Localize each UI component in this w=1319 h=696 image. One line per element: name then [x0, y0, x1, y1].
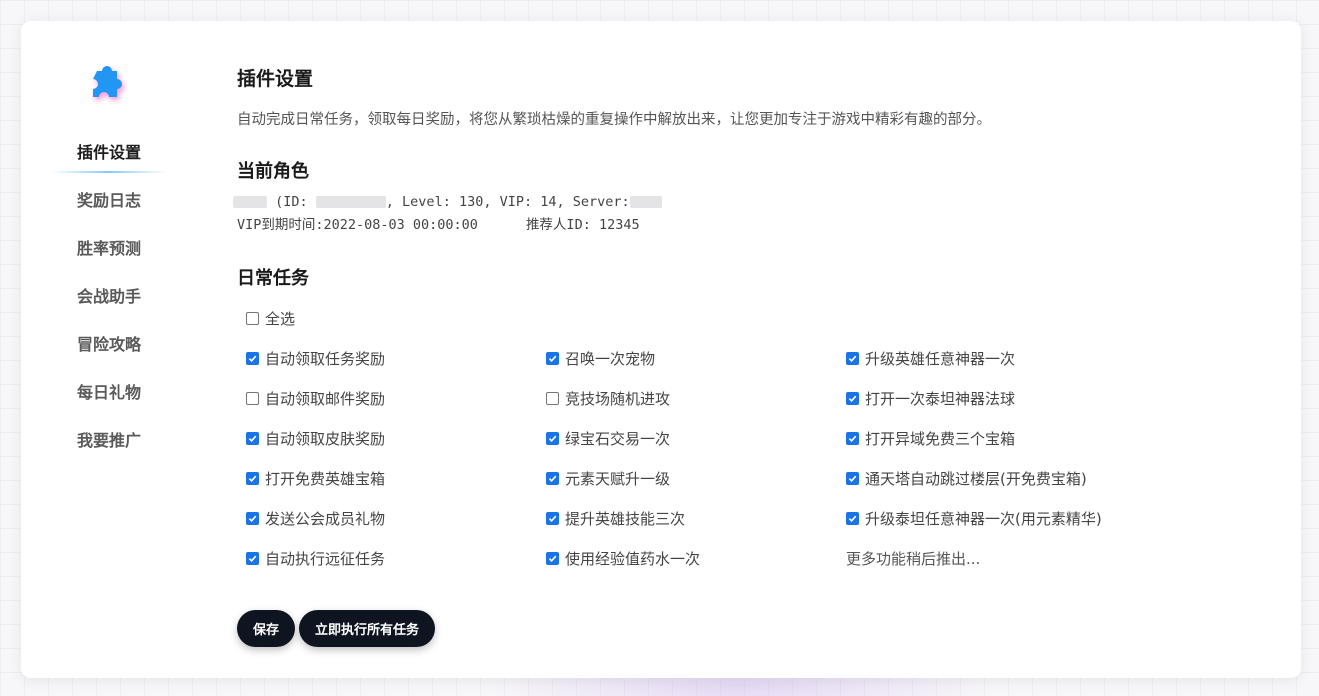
select-all-checkbox[interactable]: 全选 [246, 308, 295, 329]
more-features-note: 更多功能稍后推出... [846, 549, 981, 568]
task-item[interactable]: 打开免费英雄宝箱 [246, 467, 546, 489]
checkmark-icon [548, 355, 557, 362]
sidebar-item-adventure-guide[interactable]: 冒险攻略 [49, 323, 169, 371]
task-checkbox[interactable] [546, 431, 559, 445]
task-checkbox[interactable] [846, 471, 859, 485]
current-role-heading: 当前角色 [237, 161, 309, 182]
task-item[interactable]: 通天塔自动跳过楼层(开免费宝箱) [846, 467, 1146, 489]
task-item[interactable]: 打开异域免费三个宝箱 [846, 427, 1146, 449]
daily-tasks-heading: 日常任务 [237, 268, 309, 289]
select-all-label: 全选 [265, 310, 296, 328]
checkmark-icon [248, 515, 257, 522]
checkmark-icon [848, 475, 857, 482]
vip-expire-time: VIP到期时间:2022-08-03 00:00:00 [237, 217, 478, 233]
task-item[interactable]: 提升英雄技能三次 [546, 507, 846, 529]
task-label: 召唤一次宠物 [565, 349, 656, 368]
task-checkbox[interactable] [846, 391, 859, 405]
checkmark-icon [848, 395, 857, 402]
run-all-tasks-button[interactable]: 立即执行所有任务 [299, 610, 436, 647]
task-label: 通天塔自动跳过楼层(开免费宝箱) [865, 469, 1087, 488]
task-label: 打开一次泰坦神器法球 [865, 389, 1016, 408]
task-checkbox[interactable] [846, 511, 859, 525]
redacted-name [233, 196, 267, 208]
task-label: 打开免费英雄宝箱 [265, 469, 386, 488]
task-checkbox[interactable] [246, 511, 259, 525]
sidebar-item-plugin-settings[interactable]: 插件设置 [49, 131, 169, 179]
task-item[interactable]: 元素天赋升一级 [546, 467, 846, 489]
sidebar-item-promotion[interactable]: 我要推广 [49, 419, 169, 467]
task-item[interactable]: 使用经验值药水一次 [546, 547, 846, 569]
sidebar-item-battle-assistant[interactable]: 会战助手 [49, 275, 169, 323]
task-label: 竞技场随机进攻 [565, 389, 671, 408]
action-buttons: 保存 立即执行所有任务 [237, 610, 436, 647]
redacted-id [315, 196, 386, 208]
task-checkbox[interactable] [546, 551, 559, 565]
task-checkbox[interactable] [546, 351, 559, 365]
task-item[interactable]: 自动执行远征任务 [246, 547, 546, 569]
role-info: (ID: , Level: 130, VIP: 14, Server: VIP到… [233, 191, 662, 237]
task-checkbox[interactable] [246, 471, 259, 485]
task-checkbox[interactable] [846, 351, 859, 365]
task-label: 提升英雄技能三次 [565, 509, 686, 528]
task-item[interactable]: 升级英雄任意神器一次 [846, 347, 1146, 369]
task-checkbox[interactable] [246, 431, 259, 445]
checkmark-icon [248, 355, 257, 362]
sidebar-item-win-rate-prediction[interactable]: 胜率预测 [49, 227, 169, 275]
sidebar-nav: 插件设置 奖励日志 胜率预测 会战助手 冒险攻略 每日礼物 我要推广 [49, 131, 169, 467]
task-item[interactable]: 升级泰坦任意神器一次(用元素精华) [846, 507, 1146, 529]
task-label: 绿宝石交易一次 [565, 429, 671, 448]
checkmark-icon [248, 475, 257, 482]
task-item[interactable]: 竞技场随机进攻 [546, 387, 846, 409]
task-label: 使用经验值药水一次 [565, 549, 701, 568]
page-title: 插件设置 [237, 68, 314, 90]
task-checkbox[interactable] [546, 471, 559, 485]
page-description: 自动完成日常任务，领取每日奖励，将您从繁琐枯燥的重复操作中解放出来，让您更加专注… [237, 112, 991, 128]
task-label: 自动执行远征任务 [265, 549, 386, 568]
checkmark-icon [848, 515, 857, 522]
task-label: 升级泰坦任意神器一次(用元素精华) [865, 509, 1102, 528]
task-checkbox[interactable] [246, 551, 259, 565]
task-checkbox[interactable] [846, 431, 859, 445]
checkmark-icon [548, 515, 557, 522]
task-label: 发送公会成员礼物 [265, 509, 386, 528]
task-checkbox[interactable] [246, 351, 259, 365]
task-item[interactable]: 发送公会成员礼物 [246, 507, 546, 529]
referrer-id: 推荐人ID: 12345 [525, 217, 640, 233]
task-item[interactable]: 召唤一次宠物 [546, 347, 846, 369]
checkmark-icon [548, 555, 557, 562]
sidebar-item-reward-log[interactable]: 奖励日志 [49, 179, 169, 227]
task-item[interactable]: 打开一次泰坦神器法球 [846, 387, 1146, 409]
role-level-vip-server: , Level: 130, VIP: 14, Server: [385, 194, 630, 210]
task-item[interactable]: 绿宝石交易一次 [546, 427, 846, 449]
task-label: 自动领取任务奖励 [265, 349, 386, 368]
redacted-server [629, 196, 662, 208]
task-label: 升级英雄任意神器一次 [865, 349, 1016, 368]
role-id-prefix: (ID: [275, 194, 308, 210]
sidebar-item-daily-gifts[interactable]: 每日礼物 [49, 371, 169, 419]
save-button[interactable]: 保存 [237, 610, 296, 647]
role-vip-line: VIP到期时间:2022-08-03 00:00:00 推荐人ID: 12345 [237, 214, 662, 237]
puzzle-piece-icon [83, 61, 131, 109]
checkmark-icon [248, 435, 257, 442]
task-label: 打开异域免费三个宝箱 [865, 429, 1016, 448]
task-label: 自动领取皮肤奖励 [265, 429, 386, 448]
daily-task-grid: 自动领取任务奖励 召唤一次宠物 升级英雄任意神器一次 自动领取邮件奖励 竞技场随… [246, 347, 1166, 587]
task-item[interactable]: 自动领取皮肤奖励 [246, 427, 546, 449]
checkmark-icon [548, 435, 557, 442]
task-label: 元素天赋升一级 [565, 469, 671, 488]
task-checkbox[interactable] [546, 511, 559, 525]
task-item[interactable]: 自动领取任务奖励 [246, 347, 546, 369]
task-label: 自动领取邮件奖励 [265, 389, 386, 408]
task-checkbox[interactable] [246, 391, 259, 405]
role-info-line: (ID: , Level: 130, VIP: 14, Server: [233, 191, 662, 214]
task-item[interactable]: 自动领取邮件奖励 [246, 387, 546, 409]
settings-card: 插件设置 奖励日志 胜率预测 会战助手 冒险攻略 每日礼物 我要推广 插件设置 … [21, 21, 1301, 678]
task-checkbox[interactable] [546, 391, 559, 405]
checkmark-icon [848, 355, 857, 362]
checkmark-icon [248, 555, 257, 562]
checkmark-icon [548, 475, 557, 482]
select-all-box[interactable] [246, 312, 259, 325]
checkmark-icon [848, 435, 857, 442]
